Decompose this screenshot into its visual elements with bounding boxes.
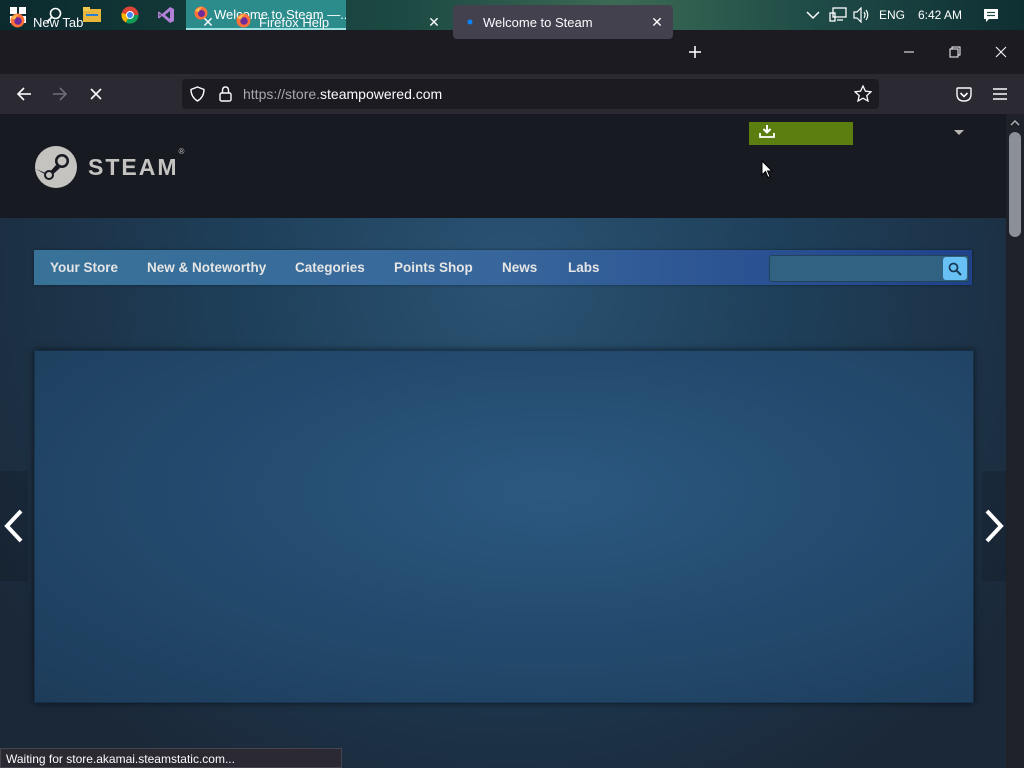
nav-news[interactable]: News [502, 250, 537, 285]
status-bar: Waiting for store.akamai.steamstatic.com… [0, 748, 342, 768]
language-indicator[interactable]: ENG [879, 0, 905, 30]
back-button[interactable] [10, 80, 38, 108]
close-tab-icon[interactable]: ✕ [649, 14, 665, 30]
featured-carousel[interactable] [34, 350, 974, 703]
install-steam-button[interactable] [749, 122, 853, 145]
steam-wordmark: STEAM [88, 153, 179, 180]
firefox-icon [236, 13, 251, 31]
pocket-icon[interactable] [950, 80, 978, 108]
tab-welcome-to-steam[interactable]: Welcome to Steam ✕ [453, 5, 673, 39]
mouse-cursor-icon [761, 159, 774, 184]
url-text[interactable]: https://store.steampowered.com [243, 86, 442, 102]
close-tab-icon[interactable]: ✕ [200, 14, 216, 30]
bookmark-star-icon[interactable] [853, 84, 873, 107]
clock[interactable]: 6:42 AM [918, 0, 962, 30]
nav-points-shop[interactable]: Points Shop [394, 250, 473, 285]
action-center-icon[interactable] [983, 0, 999, 30]
forward-button[interactable] [46, 80, 74, 108]
minimize-button[interactable] [886, 30, 932, 74]
carousel-next-arrow-icon[interactable] [982, 471, 1006, 581]
new-tab-button[interactable] [682, 39, 708, 65]
loading-dot-icon [465, 15, 475, 30]
show-hidden-icons-chevron-icon[interactable] [806, 0, 820, 30]
scrollbar-thumb[interactable] [1009, 132, 1021, 237]
lock-icon[interactable] [219, 86, 232, 107]
steam-logo[interactable]: STEAM ® [34, 145, 184, 189]
nav-labs[interactable]: Labs [568, 250, 600, 285]
page-scrollbar[interactable] [1006, 114, 1024, 768]
web-page: STEAM ® Your Store New & Noteworthy Cate… [0, 114, 1024, 768]
scroll-up-arrow-icon[interactable] [1009, 117, 1021, 129]
firefox-icon [10, 13, 25, 31]
stop-loading-button[interactable] [82, 80, 110, 108]
nav-categories[interactable]: Categories [295, 250, 365, 285]
close-window-button[interactable] [978, 30, 1024, 74]
url-domain: steampowered.com [320, 86, 443, 102]
url-prefix: https://store. [243, 86, 321, 102]
hamburger-menu-icon[interactable] [986, 80, 1014, 108]
close-tab-icon[interactable]: ✕ [426, 14, 442, 30]
store-search-input[interactable] [769, 255, 969, 282]
language-dropdown-caret-icon[interactable] [954, 130, 964, 135]
steam-logo-icon [35, 146, 77, 188]
tracking-protection-shield-icon[interactable] [190, 86, 205, 107]
network-icon[interactable] [829, 0, 847, 30]
search-button[interactable] [943, 257, 967, 280]
tab-new-tab[interactable]: New Tab ✕ [0, 5, 224, 39]
nav-your-store[interactable]: Your Store [50, 250, 118, 285]
tab-firefox-help[interactable]: Firefox Help ✕ [226, 5, 450, 39]
store-nav-bar: Your Store New & Noteworthy Categories P… [34, 250, 972, 285]
tab-title: Firefox Help [259, 14, 330, 30]
restore-button[interactable] [932, 30, 978, 74]
volume-icon[interactable] [853, 0, 871, 30]
navigation-toolbar: https://store.steampowered.com [0, 74, 1024, 114]
url-bar[interactable]: https://store.steampowered.com [182, 79, 879, 109]
search-icon [948, 262, 962, 276]
registered-mark: ® [178, 147, 185, 156]
tab-title: Welcome to Steam [483, 14, 593, 30]
steam-header: STEAM ® [0, 114, 1006, 218]
download-icon [759, 124, 775, 143]
carousel-prev-arrow-icon[interactable] [0, 471, 28, 581]
tab-title: New Tab [33, 14, 84, 30]
nav-new-and-noteworthy[interactable]: New & Noteworthy [147, 250, 266, 285]
